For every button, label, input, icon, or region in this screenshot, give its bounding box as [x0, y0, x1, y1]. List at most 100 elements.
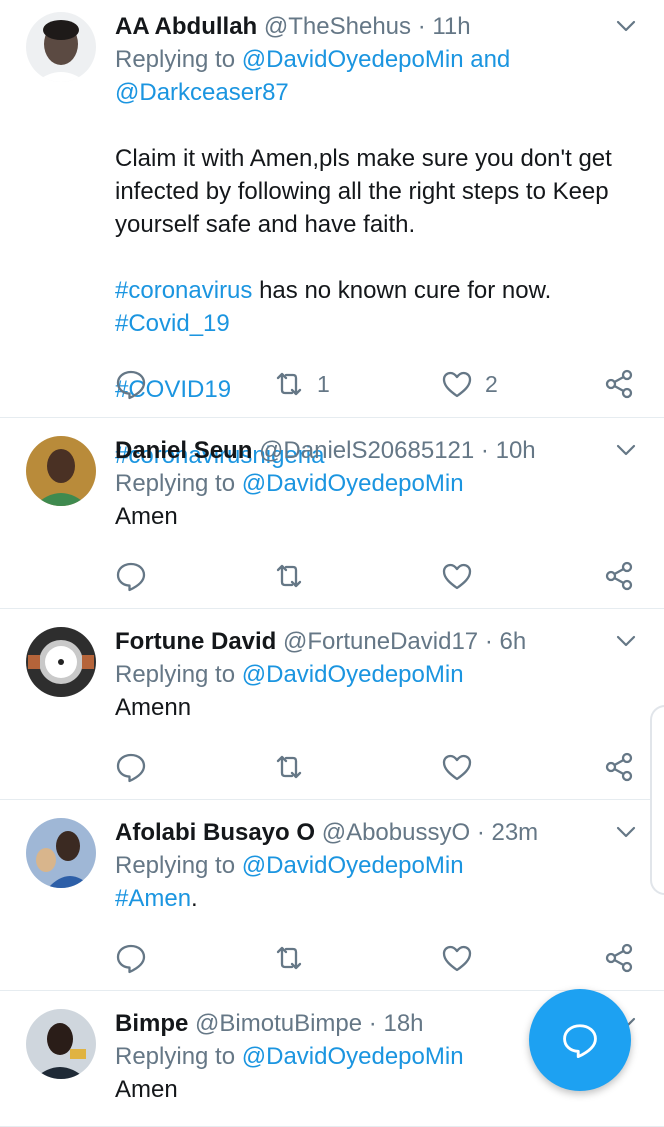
replying-to-label: Replying to: [115, 852, 236, 879]
chevron-down-icon[interactable]: [614, 14, 638, 38]
retweet-icon: [276, 372, 302, 396]
tweet-actions: 1 2: [115, 367, 640, 401]
retweet-icon: [276, 564, 302, 588]
reply-icon: [116, 370, 146, 400]
like-button[interactable]: [441, 750, 473, 784]
like-icon: [442, 371, 472, 398]
tweet-text: Amenn: [115, 694, 192, 721]
display-name[interactable]: Bimpe: [115, 1010, 188, 1037]
avatar[interactable]: [26, 1009, 96, 1079]
replying-to-label: Replying to: [115, 46, 236, 73]
timestamp[interactable]: 18h: [383, 1010, 423, 1037]
share-button[interactable]: [604, 559, 636, 593]
tweet-actions: [115, 941, 640, 975]
like-count: 2: [485, 370, 498, 397]
hashtag-link[interactable]: #Amen: [115, 885, 191, 912]
separator-dot: ·: [476, 819, 485, 846]
tweet-actions: [115, 750, 640, 784]
separator-dot: ·: [480, 437, 489, 464]
tweet-header: AA Abdullah @TheShehus · 11h: [115, 10, 642, 43]
replying-to-label: Replying to: [115, 470, 236, 497]
display-name[interactable]: Afolabi Busayo O: [115, 819, 315, 846]
retweet-icon: [276, 755, 302, 779]
tweet[interactable]: AA Abdullah @TheShehus · 11h Replying to…: [0, 0, 664, 469]
separator-dot: ·: [368, 1010, 377, 1037]
reply-icon: [116, 753, 146, 783]
share-button[interactable]: [604, 941, 636, 975]
retweet-button[interactable]: 1: [273, 367, 330, 401]
mention-link[interactable]: @DavidOyedepoMin: [242, 470, 464, 497]
timestamp[interactable]: 23m: [491, 819, 538, 846]
share-button[interactable]: [604, 750, 636, 784]
tweet-text-main: Claim it with Amen,pls make sure you don…: [115, 145, 612, 238]
retweet-icon: [276, 946, 302, 970]
reply-button[interactable]: [115, 559, 147, 593]
mention-link[interactable]: @DavidOyedepoMin: [242, 1043, 464, 1070]
replying-to: Replying to @DavidOyedepoMin and @Darkce…: [115, 43, 642, 109]
timestamp[interactable]: 11h: [432, 13, 470, 40]
tweet-text: Amen: [115, 503, 178, 530]
share-icon: [605, 369, 633, 399]
compose-reply-icon: [563, 1024, 597, 1059]
hashtag-link[interactable]: #Covid_19: [115, 307, 642, 340]
tweet-text: #Amen.: [115, 882, 642, 915]
avatar[interactable]: [26, 818, 96, 888]
retweet-button[interactable]: [273, 941, 305, 975]
share-icon: [605, 752, 633, 782]
like-icon: [442, 945, 472, 972]
timestamp[interactable]: 10h: [496, 437, 536, 464]
tweet[interactable]: Afolabi Busayo O @AbobussyO · 23m Replyi…: [0, 800, 664, 991]
replying-to: Replying to @DavidOyedepoMin: [115, 467, 642, 500]
mention-link[interactable]: @DavidOyedepoMin: [242, 661, 464, 688]
tweet-header: Fortune David @FortuneDavid17 · 6h: [115, 625, 642, 658]
share-icon: [605, 561, 633, 591]
timestamp[interactable]: 6h: [500, 628, 527, 655]
like-icon: [442, 563, 472, 590]
tweet[interactable]: Daniel Seun @DanielS20685121 · 10h Reply…: [0, 418, 664, 609]
side-panel-handle[interactable]: [650, 705, 664, 895]
like-button[interactable]: [441, 941, 473, 975]
avatar[interactable]: [26, 12, 96, 82]
reply-button[interactable]: [115, 941, 147, 975]
display-name[interactable]: AA Abdullah: [115, 13, 257, 40]
like-icon: [442, 754, 472, 781]
display-name[interactable]: Daniel Seun: [115, 437, 252, 464]
mention-link[interactable]: @Darkceaser87: [115, 79, 289, 106]
user-handle[interactable]: @BimotuBimpe: [195, 1010, 362, 1037]
reply-button[interactable]: [115, 750, 147, 784]
replying-to-label: Replying to: [115, 661, 236, 688]
chevron-down-icon[interactable]: [614, 438, 638, 462]
share-icon: [605, 943, 633, 973]
user-handle[interactable]: @TheShehus: [264, 13, 411, 40]
tweet-actions: [115, 559, 640, 593]
separator-dot: ·: [417, 13, 426, 40]
avatar[interactable]: [26, 627, 96, 697]
tweet[interactable]: Fortune David @FortuneDavid17 · 6h Reply…: [0, 609, 664, 800]
user-handle[interactable]: @FortuneDavid17: [283, 628, 478, 655]
retweet-count: 1: [317, 370, 330, 397]
hashtag-link[interactable]: #coronavirus: [115, 277, 252, 304]
tweet-header: Afolabi Busayo O @AbobussyO · 23m: [115, 816, 642, 849]
avatar[interactable]: [26, 436, 96, 506]
mention-link[interactable]: @DavidOyedepoMin: [242, 852, 464, 879]
tweet-header: Daniel Seun @DanielS20685121 · 10h: [115, 434, 642, 467]
retweet-button[interactable]: [273, 559, 305, 593]
replying-to-label: Replying to: [115, 1043, 236, 1070]
reply-icon: [116, 944, 146, 974]
reply-feed: AA Abdullah @TheShehus · 11h Replying to…: [0, 0, 664, 1127]
reply-button[interactable]: [115, 367, 147, 401]
like-button[interactable]: [441, 559, 473, 593]
compose-reply-button[interactable]: [529, 989, 631, 1091]
tweet-text-punctuation: .: [191, 885, 198, 912]
mention-link[interactable]: @DavidOyedepoMin: [242, 46, 464, 73]
display-name[interactable]: Fortune David: [115, 628, 276, 655]
user-handle[interactable]: @DanielS20685121: [259, 437, 474, 464]
like-button[interactable]: 2: [441, 367, 498, 401]
retweet-button[interactable]: [273, 750, 305, 784]
chevron-down-icon[interactable]: [614, 629, 638, 653]
user-handle[interactable]: @AbobussyO: [322, 819, 470, 846]
replying-to: Replying to @DavidOyedepoMin: [115, 658, 642, 691]
chevron-down-icon[interactable]: [614, 820, 638, 844]
mention-joiner: and: [470, 46, 511, 73]
share-button[interactable]: [604, 367, 636, 401]
